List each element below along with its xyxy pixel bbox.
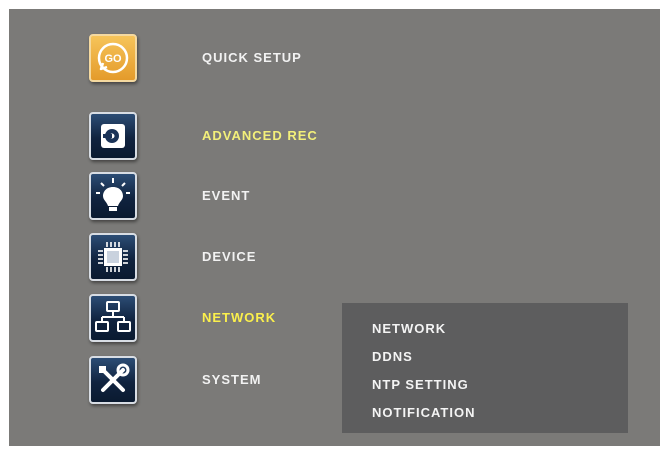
menu-item-quick-setup[interactable]: GO QUICK SETUP (9, 30, 339, 86)
go-icon-text: GO (104, 53, 122, 65)
menu-label-quick-setup: QUICK SETUP (202, 50, 302, 65)
network-icon (89, 294, 137, 342)
menu-item-device[interactable]: DEVICE (9, 229, 339, 285)
go-icon: GO (89, 34, 137, 82)
light-bulb-icon (89, 172, 137, 220)
submenu-item-notification[interactable]: NOTIFICATION (372, 405, 475, 420)
menu-item-advanced-rec[interactable]: ADVANCED REC (9, 108, 339, 164)
menu-label-network: NETWORK (202, 310, 277, 325)
menu-item-network[interactable]: NETWORK (9, 290, 339, 346)
menu-label-event: EVENT (202, 188, 251, 203)
submenu-item-ddns[interactable]: DDNS (372, 349, 413, 364)
network-submenu-panel: NETWORK DDNS NTP SETTING NOTIFICATION (342, 303, 628, 433)
chip-icon (89, 233, 137, 281)
dvr-main-menu-screen: GO QUICK SETUP ADVANCED REC EVENT DEVICE… (9, 9, 660, 446)
tools-icon (89, 356, 137, 404)
menu-item-system[interactable]: SYSTEM (9, 352, 339, 408)
menu-item-event[interactable]: EVENT (9, 168, 339, 224)
submenu-item-ntp-setting[interactable]: NTP SETTING (372, 377, 469, 392)
menu-label-advanced-rec: ADVANCED REC (202, 128, 318, 143)
submenu-item-network[interactable]: NETWORK (372, 321, 446, 336)
hard-disk-icon (89, 112, 137, 160)
menu-label-system: SYSTEM (202, 372, 262, 387)
menu-label-device: DEVICE (202, 249, 257, 264)
